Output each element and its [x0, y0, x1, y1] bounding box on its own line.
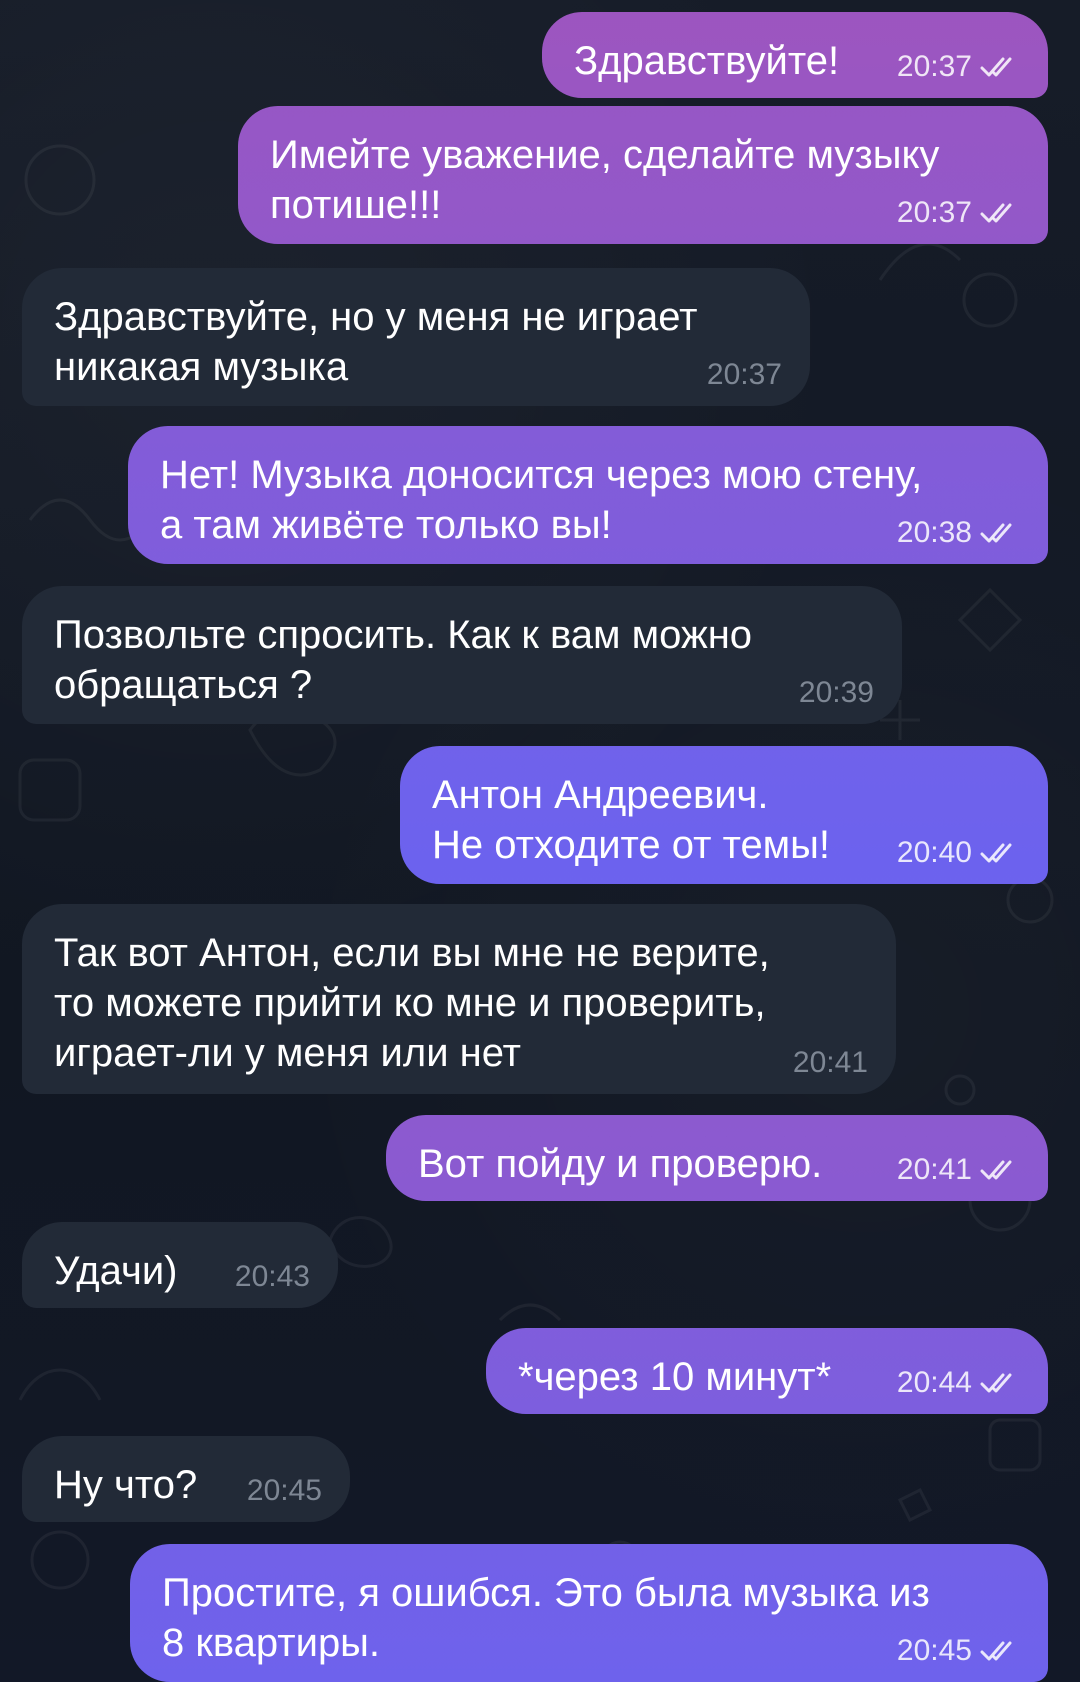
- message-text: Простите, я ошибся. Это была музыка из 8…: [162, 1571, 930, 1665]
- message-time: 20:45: [246, 1474, 322, 1507]
- message-meta: 20:44: [897, 1366, 1020, 1400]
- incoming-message-bubble[interactable]: Удачи) 20:43: [22, 1222, 338, 1308]
- message-meta: 20:37: [897, 50, 1020, 84]
- message-meta: 20:43: [235, 1260, 310, 1294]
- outgoing-message-bubble[interactable]: Вот пойду и проверю. 20:41: [386, 1115, 1048, 1201]
- incoming-message-bubble[interactable]: Так вот Антон, если вы мне не верите, то…: [22, 904, 896, 1094]
- message-meta: 20:45: [247, 1474, 322, 1508]
- outgoing-message-bubble[interactable]: Здравствуйте! 20:37: [542, 12, 1048, 98]
- outgoing-message-bubble[interactable]: Нет! Музыка доносится через мою стену, а…: [128, 426, 1048, 564]
- message-time: 20:45: [896, 1634, 972, 1667]
- message-time: 20:40: [896, 836, 972, 869]
- message-text: Так вот Антон, если вы мне не верите, то…: [54, 931, 770, 1075]
- message-time: 20:38: [896, 516, 972, 549]
- double-check-icon: [980, 842, 1020, 864]
- double-check-icon: [980, 522, 1020, 544]
- incoming-message-bubble[interactable]: Ну что? 20:45: [22, 1436, 350, 1522]
- double-check-icon: [980, 56, 1020, 78]
- outgoing-message-bubble[interactable]: Антон Андреевич. Не отходите от темы! 20:…: [400, 746, 1048, 884]
- message-time: 20:41: [896, 1153, 972, 1186]
- incoming-message-bubble[interactable]: Здравствуйте, но у меня не играет никака…: [22, 268, 810, 406]
- double-check-icon: [980, 1159, 1020, 1181]
- message-meta: 20:45: [897, 1634, 1020, 1668]
- message-time: 20:43: [234, 1260, 310, 1293]
- message-meta: 20:41: [793, 1046, 868, 1080]
- message-meta: 20:39: [799, 676, 874, 710]
- outgoing-message-bubble[interactable]: Имейте уважение, сделайте музыку потише!…: [238, 106, 1048, 244]
- message-time: 20:37: [896, 50, 972, 83]
- double-check-icon: [980, 1640, 1020, 1662]
- message-meta: 20:41: [897, 1153, 1020, 1187]
- message-meta: 20:37: [897, 196, 1020, 230]
- outgoing-message-bubble[interactable]: Простите, я ошибся. Это была музыка из 8…: [130, 1544, 1048, 1682]
- message-text: Позвольте спросить. Как к вам можно обра…: [54, 613, 753, 707]
- message-time: 20:39: [798, 676, 874, 709]
- incoming-message-bubble[interactable]: Позвольте спросить. Как к вам можно обра…: [22, 586, 902, 724]
- message-meta: 20:38: [897, 516, 1020, 550]
- chat-background: Здравствуйте! 20:37 Имейте уважение, сдела…: [0, 0, 1080, 1682]
- message-text: Нет! Музыка доносится через мою стену, а…: [160, 453, 923, 547]
- message-text: Здравствуйте, но у меня не играет никака…: [54, 295, 698, 389]
- double-check-icon: [980, 1372, 1020, 1394]
- message-time: 20:41: [792, 1046, 868, 1079]
- message-time: 20:44: [896, 1366, 972, 1399]
- outgoing-message-bubble[interactable]: *через 10 минут* 20:44: [486, 1328, 1048, 1414]
- double-check-icon: [980, 202, 1020, 224]
- message-meta: 20:40: [897, 836, 1020, 870]
- message-time: 20:37: [706, 358, 782, 391]
- message-time: 20:37: [896, 196, 972, 229]
- message-meta: 20:37: [707, 358, 782, 392]
